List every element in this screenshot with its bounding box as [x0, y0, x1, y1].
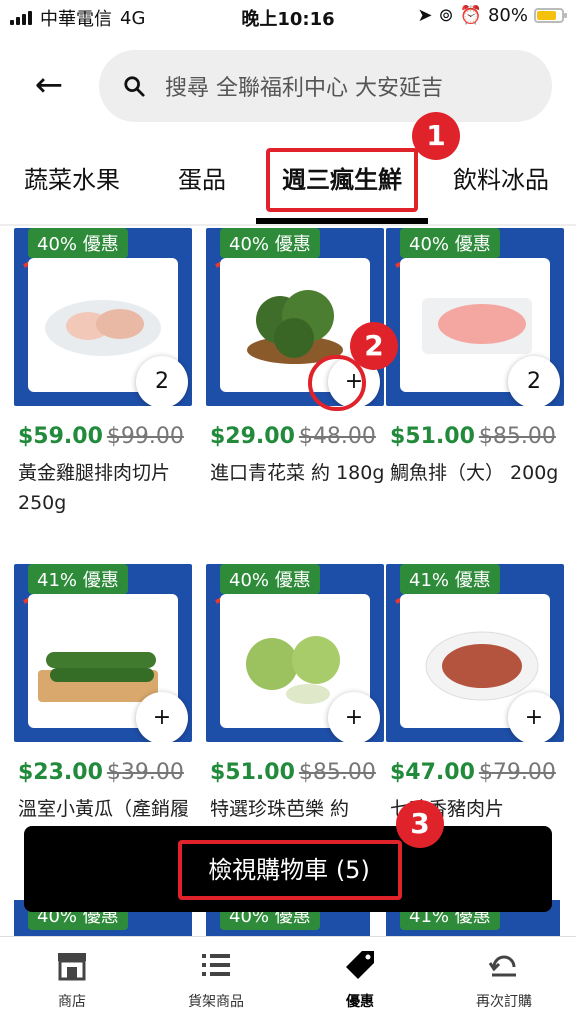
sale-price: $47.00	[390, 760, 475, 785]
nav-reorder[interactable]: 再次訂購	[432, 937, 576, 1025]
price-line: $51.00 $85.00	[210, 760, 376, 785]
annotation-box-tab	[266, 148, 418, 212]
product-card[interactable]: 40% 優惠 2 $59.00 $99.00 黃金雞腿排肉切片 250g	[14, 228, 192, 538]
nav-label-store: 商店	[58, 994, 86, 1010]
status-bar: 中華電信 4G 晚上10:16 ➤ ⊚ ⏰ 80%	[0, 0, 576, 34]
battery-percent: 80%	[487, 5, 528, 26]
discount-badge: 40% 優惠	[28, 228, 128, 258]
price-line: $51.00 $85.00	[390, 424, 556, 449]
quantity-button[interactable]: 2	[136, 356, 188, 406]
product-image[interactable]: 40% 優惠 +	[206, 564, 384, 742]
tag-icon	[346, 951, 374, 979]
original-price: $85.00	[478, 424, 556, 449]
price-line: $47.00 $79.00	[390, 760, 556, 785]
price-line: $59.00 $99.00	[18, 424, 184, 449]
location-icon: ➤	[417, 5, 433, 26]
price-line: $29.00 $48.00	[210, 424, 376, 449]
battery-icon	[534, 8, 567, 23]
nav-deals[interactable]: 優惠	[288, 937, 432, 1025]
add-to-cart-button[interactable]: +	[136, 692, 188, 742]
discount-badge: 40% 優惠	[220, 564, 320, 594]
product-image[interactable]: 41% 優惠 +	[386, 564, 564, 742]
sale-price: $23.00	[18, 760, 103, 785]
top-bar: ← 搜尋 全聯福利中心 大安延吉	[0, 44, 576, 128]
sale-price: $29.00	[210, 424, 295, 449]
product-image[interactable]: 40% 優惠 2	[14, 228, 192, 406]
add-to-cart-button[interactable]: +	[328, 692, 380, 742]
product-image[interactable]: 41% 優惠 +	[14, 564, 192, 742]
product-card[interactable]: 40% 優惠 2 $51.00 $85.00 鯛魚排（大） 200g	[386, 228, 564, 538]
annotation-badge-3: 3	[396, 800, 444, 848]
nav-label-shelf: 貨架商品	[188, 994, 244, 1010]
original-price: $99.00	[106, 424, 184, 449]
original-price: $48.00	[298, 424, 376, 449]
discount-badge: 40% 優惠	[400, 228, 500, 258]
sale-price: $51.00	[390, 424, 475, 449]
search-icon	[124, 76, 145, 97]
product-name: 黃金雞腿排肉切片 250g	[18, 462, 171, 514]
original-price: $39.00	[106, 760, 184, 785]
product-name: 進口青花菜 約 180g	[210, 462, 385, 484]
nav-label-reorder: 再次訂購	[476, 994, 532, 1010]
nav-store[interactable]: 商店	[0, 937, 144, 1025]
sale-price: $59.00	[18, 424, 103, 449]
product-name: 鯛魚排（大） 200g	[390, 462, 559, 484]
back-arrow-icon[interactable]: ←	[30, 66, 68, 104]
tabs-divider	[0, 224, 576, 226]
tab-eggs[interactable]: 蛋品	[178, 140, 226, 220]
price-line: $23.00 $39.00	[18, 760, 184, 785]
original-price: $79.00	[478, 760, 556, 785]
store-icon	[58, 953, 86, 981]
alarm-icon: ⏰	[459, 5, 482, 26]
annotation-badge-2: 2	[350, 322, 398, 370]
search-placeholder: 搜尋 全聯福利中心 大安延吉	[165, 76, 443, 101]
add-to-cart-button[interactable]: +	[508, 692, 560, 742]
nav-label-deals: 優惠	[346, 994, 374, 1010]
original-price: $85.00	[298, 760, 376, 785]
search-field[interactable]: 搜尋 全聯福利中心 大安延吉	[99, 50, 552, 122]
tab-fruit-vegetables[interactable]: 蔬菜水果	[24, 140, 120, 220]
nav-shelf[interactable]: 貨架商品	[144, 937, 288, 1025]
annotation-badge-1: 1	[412, 112, 460, 160]
discount-badge: 41% 優惠	[400, 564, 500, 594]
annotation-box-cart	[178, 840, 402, 900]
product-name: 溫室小黃瓜（產銷履	[18, 798, 190, 820]
quantity-button[interactable]: 2	[508, 356, 560, 406]
reorder-icon	[488, 955, 516, 977]
lock-rotation-icon: ⊚	[438, 5, 454, 26]
product-name: 特選珍珠芭樂 約	[210, 798, 350, 820]
sale-price: $51.00	[210, 760, 295, 785]
list-icon	[202, 954, 230, 976]
tab-drinks[interactable]: 飲料冰品	[453, 140, 549, 220]
product-image[interactable]: 40% 優惠 2	[386, 228, 564, 406]
discount-badge: 40% 優惠	[220, 228, 320, 258]
discount-badge: 41% 優惠	[28, 564, 128, 594]
bottom-nav: 商店 貨架商品 優惠 再次訂購	[0, 936, 576, 1025]
